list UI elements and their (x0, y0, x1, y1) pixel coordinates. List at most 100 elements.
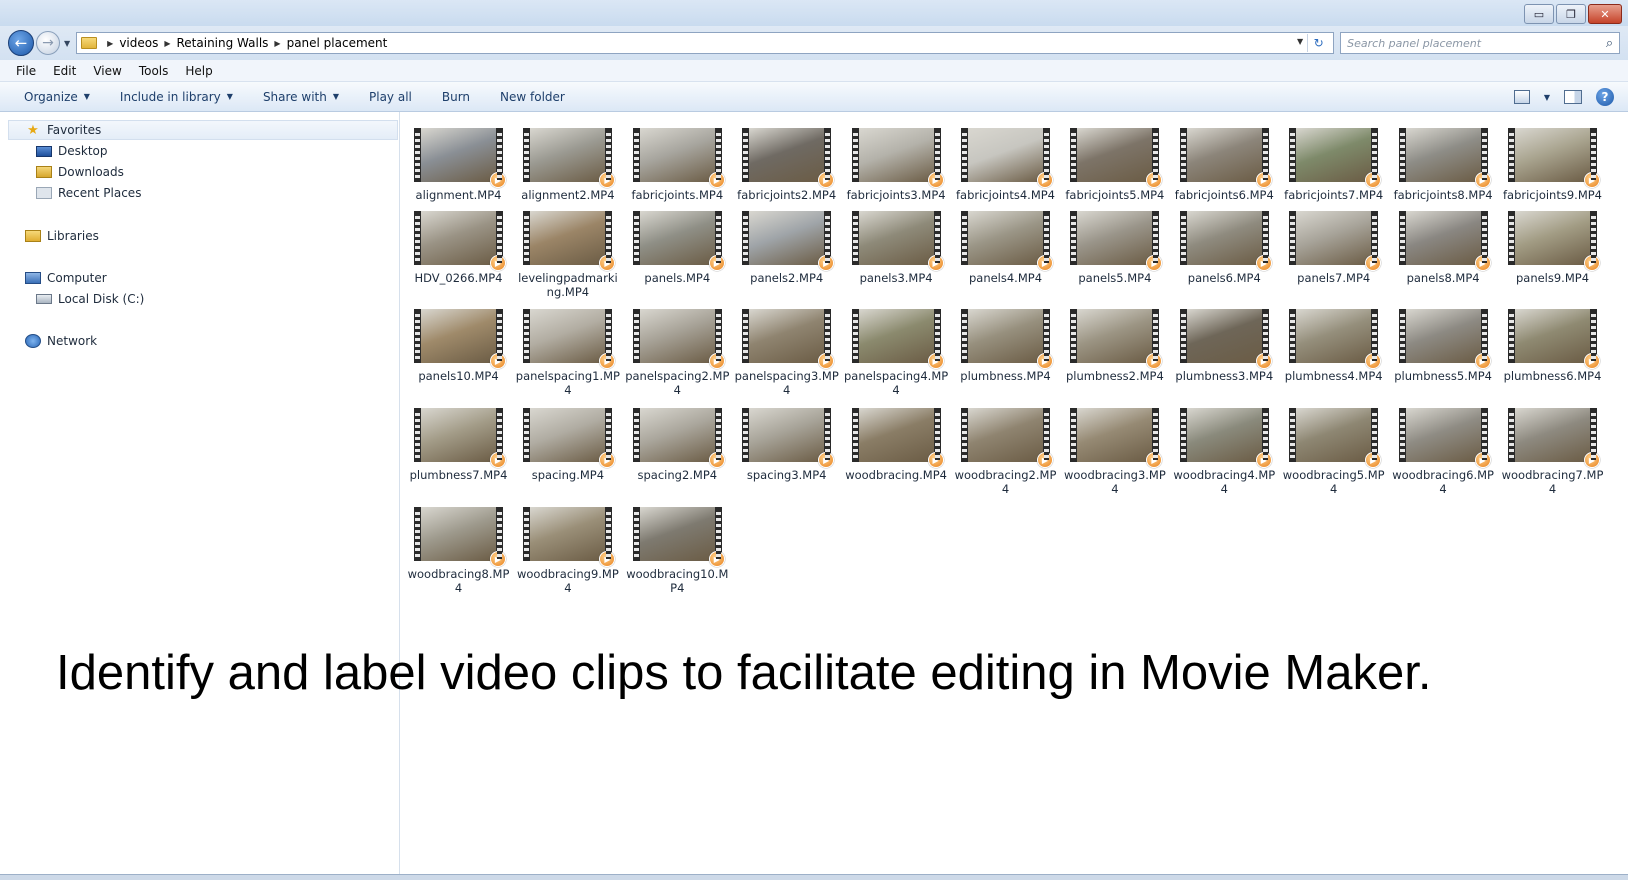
search-input[interactable]: Search panel placement ⌕ (1340, 32, 1621, 54)
menu-edit[interactable]: Edit (53, 64, 76, 78)
burn-button[interactable]: Burn (442, 90, 470, 104)
video-file-item[interactable]: ▶ panels2.MP4 (734, 201, 839, 291)
nav-libraries[interactable]: Libraries (25, 226, 99, 246)
nav-favorites[interactable]: ★ Favorites (8, 120, 398, 140)
thumbnail-frame (1077, 128, 1153, 182)
nav-network[interactable]: Network (25, 331, 97, 351)
video-file-item[interactable]: ▶ HDV_0266.MP4 (406, 201, 511, 291)
play-all-button[interactable]: Play all (369, 90, 412, 104)
thumbnail-frame (749, 211, 825, 265)
address-bar[interactable]: ▶ videos ▶ Retaining Walls ▶ panel place… (76, 32, 1335, 54)
nav-downloads[interactable]: Downloads (36, 162, 124, 182)
video-file-item[interactable]: ▶ panels6.MP4 (1172, 201, 1277, 291)
thumbnail-frame (421, 507, 496, 561)
video-file-item[interactable]: ▶ plumbness6.MP4 (1500, 299, 1605, 389)
video-file-item[interactable]: ▶ fabricjoints6.MP4 (1172, 118, 1277, 208)
video-file-item[interactable]: ▶ woodbracing10.MP4 (625, 497, 730, 595)
include-in-library-button[interactable]: Include in library ▼ (120, 90, 233, 104)
video-file-item[interactable]: ▶ alignment.MP4 (406, 118, 511, 208)
video-file-item[interactable]: ▶ panels5.MP4 (1062, 201, 1167, 291)
video-file-item[interactable]: ▶ woodbracing4.MP4 (1172, 398, 1277, 496)
play-badge-icon: ▶ (818, 452, 835, 468)
video-file-item[interactable]: ▶ panels8.MP4 (1391, 201, 1496, 291)
nav-desktop[interactable]: Desktop (36, 141, 108, 161)
video-file-item[interactable]: ▶ plumbness.MP4 (953, 299, 1058, 389)
video-file-item[interactable]: ▶ fabricjoints7.MP4 (1281, 118, 1386, 208)
video-thumbnail: ▶ (1289, 408, 1382, 468)
preview-pane-icon[interactable] (1564, 90, 1582, 104)
nav-recent-places[interactable]: Recent Places (36, 183, 141, 203)
video-file-item[interactable]: ▶ panels3.MP4 (844, 201, 949, 291)
breadcrumb-chevron-icon[interactable]: ▶ (274, 39, 280, 48)
address-dropdown-icon[interactable]: ▼ (1297, 37, 1303, 46)
recent-pages-dropdown-icon[interactable]: ▼ (64, 39, 70, 48)
video-file-item[interactable]: ▶ panelspacing1.MP4 (515, 299, 620, 397)
video-file-item[interactable]: ▶ fabricjoints8.MP4 (1391, 118, 1496, 208)
back-arrow-icon[interactable]: ← (8, 30, 34, 56)
video-file-item[interactable]: ▶ woodbracing6.MP4 (1391, 398, 1496, 496)
thumbnail-frame (421, 128, 496, 182)
video-file-item[interactable]: ▶ woodbracing8.MP4 (406, 497, 511, 595)
slide-caption: Identify and label video clips to facili… (56, 646, 1432, 700)
menu-view[interactable]: View (93, 64, 121, 78)
video-file-item[interactable]: ▶ woodbracing7.MP4 (1500, 398, 1605, 496)
video-file-item[interactable]: ▶ panels4.MP4 (953, 201, 1058, 291)
file-name: panels2.MP4 (750, 271, 824, 285)
video-file-item[interactable]: ▶ woodbracing3.MP4 (1062, 398, 1167, 496)
video-file-item[interactable]: ▶ panels.MP4 (625, 201, 730, 291)
breadcrumb-retaining-walls[interactable]: Retaining Walls (177, 36, 269, 50)
restore-icon[interactable]: ❐ (1556, 4, 1586, 24)
help-icon[interactable]: ? (1596, 88, 1614, 106)
video-file-item[interactable]: ▶ plumbness2.MP4 (1062, 299, 1167, 389)
nav-local-disk-label: Local Disk (C:) (58, 292, 145, 306)
video-file-item[interactable]: ▶ woodbracing5.MP4 (1281, 398, 1386, 496)
nav-libraries-label: Libraries (47, 229, 99, 243)
breadcrumb-chevron-icon[interactable]: ▶ (164, 39, 170, 48)
video-file-item[interactable]: ▶ woodbracing9.MP4 (515, 497, 620, 595)
play-badge-icon: ▶ (927, 452, 944, 468)
minimize-icon[interactable]: ▭ (1524, 4, 1554, 24)
video-file-item[interactable]: ▶ panels10.MP4 (406, 299, 511, 389)
video-file-item[interactable]: ▶ plumbness3.MP4 (1172, 299, 1277, 389)
nav-computer[interactable]: Computer (25, 268, 107, 288)
menu-tools[interactable]: Tools (139, 64, 169, 78)
video-file-item[interactable]: ▶ fabricjoints2.MP4 (734, 118, 839, 208)
new-folder-button[interactable]: New folder (500, 90, 565, 104)
video-file-item[interactable]: ▶ fabricjoints.MP4 (625, 118, 730, 208)
video-file-item[interactable]: ▶ woodbracing.MP4 (844, 398, 949, 488)
share-with-button[interactable]: Share with ▼ (263, 90, 339, 104)
video-file-item[interactable]: ▶ spacing3.MP4 (734, 398, 839, 488)
video-file-item[interactable]: ▶ levelingpadmarking.MP4 (515, 201, 620, 299)
breadcrumb-videos[interactable]: videos (119, 36, 158, 50)
video-file-item[interactable]: ▶ panels7.MP4 (1281, 201, 1386, 291)
refresh-icon[interactable]: ↻ (1307, 34, 1329, 52)
video-file-item[interactable]: ▶ fabricjoints4.MP4 (953, 118, 1058, 208)
video-file-item[interactable]: ▶ fabricjoints5.MP4 (1062, 118, 1167, 208)
view-dropdown-icon[interactable]: ▼ (1544, 93, 1550, 102)
video-file-item[interactable]: ▶ alignment2.MP4 (515, 118, 620, 208)
video-file-item[interactable]: ▶ panelspacing4.MP4 (844, 299, 949, 397)
nav-local-disk[interactable]: Local Disk (C:) (36, 289, 144, 309)
forward-arrow-icon[interactable]: → (36, 31, 60, 55)
menu-file[interactable]: File (16, 64, 36, 78)
organize-button[interactable]: Organize ▼ (24, 90, 90, 104)
video-file-item[interactable]: ▶ spacing2.MP4 (625, 398, 730, 488)
play-badge-icon: ▶ (1584, 172, 1600, 188)
video-file-item[interactable]: ▶ spacing.MP4 (515, 398, 620, 488)
play-badge-icon: ▶ (927, 172, 944, 188)
change-view-icon[interactable] (1513, 90, 1530, 104)
video-file-item[interactable]: ▶ fabricjoints9.MP4 (1500, 118, 1605, 208)
video-file-item[interactable]: ▶ plumbness4.MP4 (1281, 299, 1386, 389)
video-file-item[interactable]: ▶ woodbracing2.MP4 (953, 398, 1058, 496)
video-file-item[interactable]: ▶ panels9.MP4 (1500, 201, 1605, 291)
video-file-item[interactable]: ▶ plumbness7.MP4 (406, 398, 511, 488)
breadcrumb-chevron-icon[interactable]: ▶ (107, 39, 113, 48)
video-file-item[interactable]: ▶ panelspacing2.MP4 (625, 299, 730, 397)
close-icon[interactable]: ✕ (1588, 4, 1622, 24)
breadcrumb-panel-placement[interactable]: panel placement (287, 36, 388, 50)
video-file-item[interactable]: ▶ panelspacing3.MP4 (734, 299, 839, 397)
search-icon[interactable]: ⌕ (1606, 36, 1613, 51)
video-file-item[interactable]: ▶ fabricjoints3.MP4 (844, 118, 949, 208)
video-file-item[interactable]: ▶ plumbness5.MP4 (1391, 299, 1496, 389)
menu-help[interactable]: Help (185, 64, 212, 78)
